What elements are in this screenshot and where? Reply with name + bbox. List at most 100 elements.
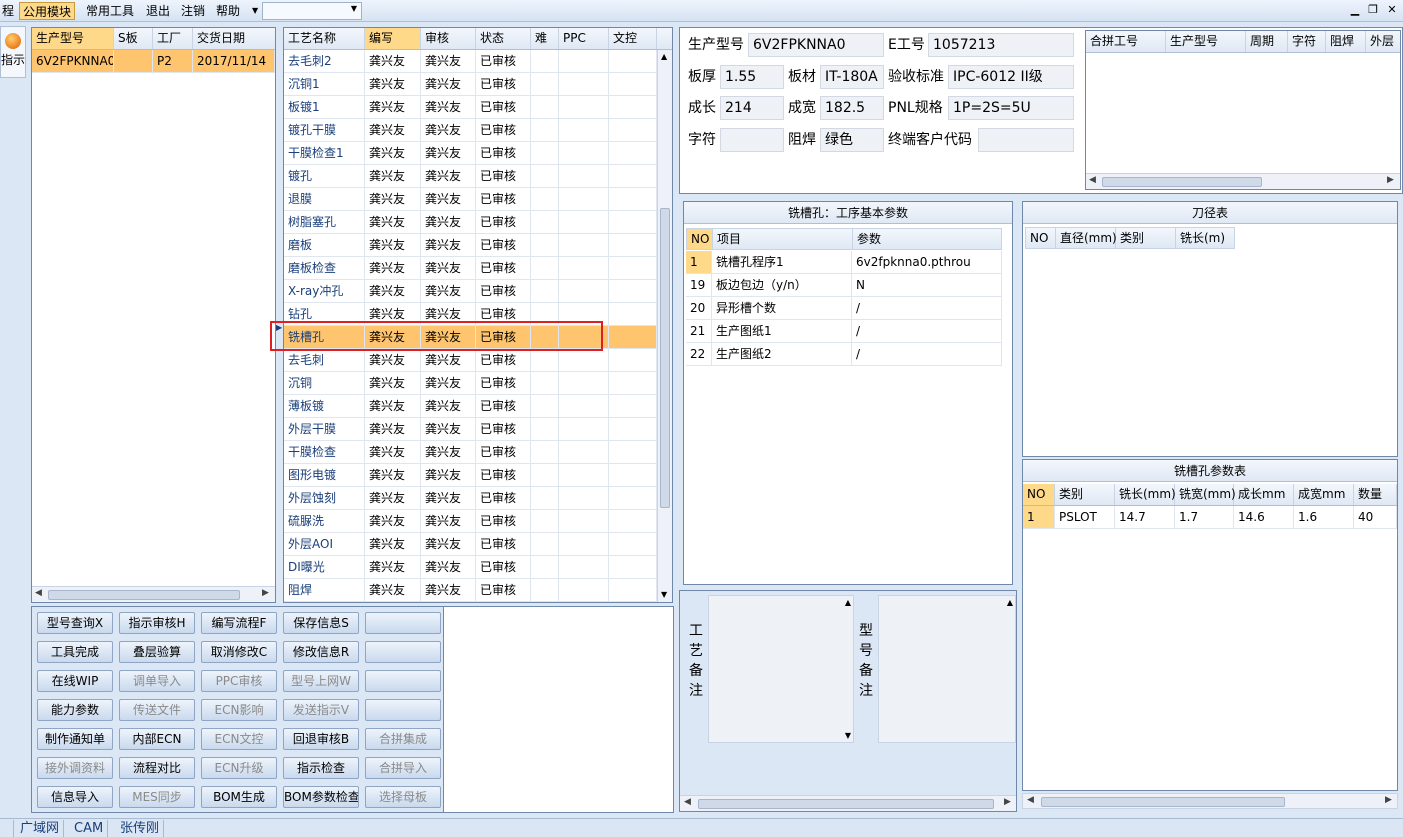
action-button-r6-c3[interactable]: BOM参数检查 <box>283 786 359 808</box>
help-dropdown-arrow-icon[interactable]: ▼ <box>249 2 261 20</box>
table-row[interactable]: 19 板边包边（y/n） N <box>686 274 1002 297</box>
scroll-left-icon[interactable]: ◀ <box>1027 795 1034 805</box>
action-button-r1-c2[interactable]: 取消修改C <box>201 641 277 663</box>
col-parameter[interactable]: 参数 <box>853 229 1001 249</box>
col-cycle[interactable]: 周期 <box>1246 31 1288 52</box>
model-field[interactable]: 6V2FPKNNA0 <box>748 33 884 57</box>
col-factory[interactable]: 工厂 <box>153 28 193 49</box>
scroll-right-icon[interactable]: ▶ <box>1385 795 1392 805</box>
table-row[interactable]: 板镀1 龚兴友 龚兴友 已审核 <box>284 96 657 119</box>
action-button-r5-c4[interactable]: 合拼导入 <box>365 757 441 779</box>
action-button-r3-c2[interactable]: ECN影响 <box>201 699 277 721</box>
pnl-field[interactable]: 1P=2S=5U <box>948 96 1074 120</box>
action-button-r2-c0[interactable]: 在线WIP <box>37 670 113 692</box>
action-button-r6-c4[interactable]: 选择母板 <box>365 786 441 808</box>
col-no[interactable]: NO <box>687 229 713 249</box>
col-solder-mask[interactable]: 阻焊 <box>1326 31 1366 52</box>
material-field[interactable]: IT-180A <box>820 65 884 89</box>
col-difficulty[interactable]: 难 <box>531 28 559 49</box>
action-button-r4-c4[interactable]: 合拼集成 <box>365 728 441 750</box>
col-delivery-date[interactable]: 交货日期 <box>193 28 275 49</box>
scroll-left-icon[interactable]: ◀ <box>35 588 42 598</box>
col-model[interactable]: 生产型号 <box>1166 31 1246 52</box>
scroll-left-icon[interactable]: ◀ <box>1089 175 1096 185</box>
col-finish-length[interactable]: 成长mm <box>1234 484 1294 505</box>
action-button-r1-c4[interactable] <box>365 641 441 663</box>
menu-item-exit[interactable]: 退出 <box>143 2 173 20</box>
scroll-thumb[interactable] <box>1041 797 1285 807</box>
scroll-right-icon[interactable]: ▶ <box>262 588 269 598</box>
model-remark-textarea[interactable]: ▲ <box>878 595 1016 743</box>
scroll-thumb[interactable] <box>698 799 994 809</box>
model-list-hscroll[interactable]: ◀ ▶ <box>32 586 275 602</box>
action-button-r0-c2[interactable]: 编写流程F <box>201 612 277 634</box>
table-row[interactable]: 去毛刺 龚兴友 龚兴友 已审核 <box>284 349 657 372</box>
col-merge-job[interactable]: 合拼工号 <box>1086 31 1166 52</box>
minimize-icon[interactable]: ▁ <box>1348 3 1362 16</box>
col-category[interactable]: 类别 <box>1116 228 1176 248</box>
customer-code-field[interactable] <box>978 128 1074 152</box>
action-button-r3-c4[interactable] <box>365 699 441 721</box>
table-row[interactable]: 22 生产图纸2/ <box>686 343 1002 366</box>
table-row[interactable]: 外层AOI 龚兴友 龚兴友 已审核 <box>284 533 657 556</box>
col-writer[interactable]: 编写 <box>365 28 421 49</box>
table-row[interactable]: X-ray冲孔 龚兴友 龚兴友 已审核 <box>284 280 657 303</box>
table-row[interactable]: 硫脲洗 龚兴友 龚兴友 已审核 <box>284 510 657 533</box>
table-row[interactable]: 磨板检查 龚兴友 龚兴友 已审核 <box>284 257 657 280</box>
table-row[interactable]: 薄板镀 龚兴友 龚兴友 已审核 <box>284 395 657 418</box>
merge-table-hscroll[interactable]: ◀ ▶ <box>1086 173 1400 189</box>
action-button-r1-c0[interactable]: 工具完成 <box>37 641 113 663</box>
length-field[interactable]: 214 <box>720 96 784 120</box>
process-remark-textarea[interactable]: ▲ ▼ <box>708 595 854 743</box>
col-ppc[interactable]: PPC <box>559 28 609 49</box>
col-quantity[interactable]: 数量 <box>1354 484 1397 505</box>
action-button-r1-c1[interactable]: 叠层验算 <box>119 641 195 663</box>
scroll-down-icon[interactable]: ▼ <box>845 731 851 740</box>
menu-item-help[interactable]: 帮助 <box>213 2 243 20</box>
col-category[interactable]: 类别 <box>1055 484 1115 505</box>
scroll-thumb[interactable] <box>1102 177 1262 187</box>
module-dropdown[interactable]: ▼ <box>262 2 362 20</box>
action-button-r2-c1[interactable]: 调单导入 <box>119 670 195 692</box>
col-item[interactable]: 项目 <box>713 229 853 249</box>
action-button-r3-c0[interactable]: 能力参数 <box>37 699 113 721</box>
table-row[interactable]: 20 异形槽个数 / <box>686 297 1002 320</box>
action-button-r0-c4[interactable] <box>365 612 441 634</box>
col-outer-layer[interactable]: 外层 <box>1366 31 1400 52</box>
scroll-thumb[interactable] <box>660 208 670 508</box>
scroll-right-icon[interactable]: ▶ <box>1387 175 1394 185</box>
action-button-r6-c0[interactable]: 信息导入 <box>37 786 113 808</box>
table-row[interactable]: 21 生产图纸1/ <box>686 320 1002 343</box>
menu-item-logout[interactable]: 注销 <box>178 2 208 20</box>
process-list-vscroll[interactable]: ▲ ▼ <box>657 50 672 602</box>
scroll-down-icon[interactable]: ▼ <box>661 590 667 599</box>
scroll-right-icon[interactable]: ▶ <box>1004 797 1011 807</box>
action-button-r0-c1[interactable]: 指示审核H <box>119 612 195 634</box>
action-button-r4-c1[interactable]: 内部ECN <box>119 728 195 750</box>
action-button-r4-c0[interactable]: 制作通知单 <box>37 728 113 750</box>
table-row[interactable]: 外层蚀刻 龚兴友 龚兴友 已审核 <box>284 487 657 510</box>
action-button-r6-c2[interactable]: BOM生成 <box>201 786 277 808</box>
col-finish-width[interactable]: 成宽mm <box>1294 484 1354 505</box>
scroll-up-icon[interactable]: ▲ <box>661 52 667 61</box>
table-row[interactable]: 磨板 龚兴友 龚兴友 已审核 <box>284 234 657 257</box>
col-doc-control[interactable]: 文控 <box>609 28 657 49</box>
action-button-r0-c0[interactable]: 型号查询X <box>37 612 113 634</box>
table-row[interactable]: 干膜检查1 龚兴友 龚兴友 已审核 <box>284 142 657 165</box>
legend-field[interactable] <box>720 128 784 152</box>
col-mill-width[interactable]: 铣宽(mm) <box>1175 484 1236 505</box>
table-row[interactable]: 6V2FPKNNA0 P2 2017/11/14 <box>32 50 275 73</box>
scroll-up-icon[interactable]: ▲ <box>1007 598 1013 607</box>
col-legend[interactable]: 字符 <box>1288 31 1326 52</box>
e-number-field[interactable]: 1057213 <box>928 33 1074 57</box>
table-row[interactable]: 外层干膜 龚兴友 龚兴友 已审核 <box>284 418 657 441</box>
standard-field[interactable]: IPC-6012 II级 <box>948 65 1074 89</box>
action-button-r2-c4[interactable] <box>365 670 441 692</box>
action-button-r2-c3[interactable]: 型号上网W <box>283 670 359 692</box>
col-no[interactable]: NO <box>1026 228 1056 248</box>
col-mill-length[interactable]: 铣长(m) <box>1176 228 1234 248</box>
col-no[interactable]: NO <box>1023 484 1055 505</box>
action-button-r4-c3[interactable]: 回退审核B <box>283 728 359 750</box>
action-button-r6-c1[interactable]: MES同步 <box>119 786 195 808</box>
table-row[interactable]: 退膜 龚兴友 龚兴友 已审核 <box>284 188 657 211</box>
